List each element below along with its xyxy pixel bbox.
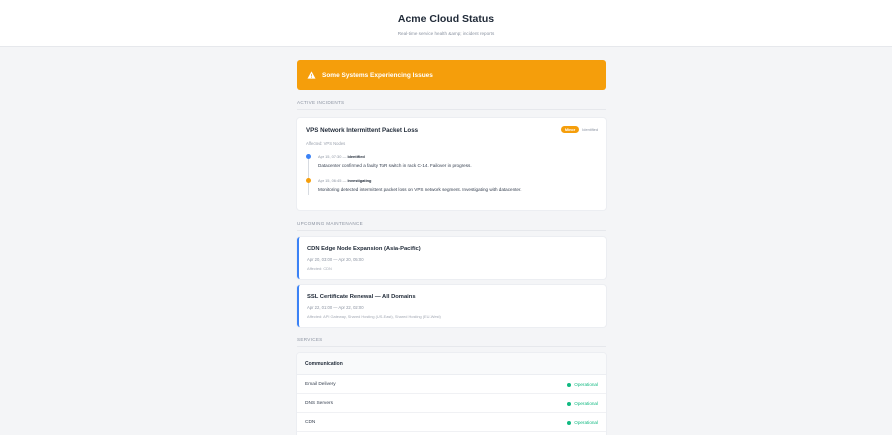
timeline-update-meta: Apr 15, 06:45 — Investigating bbox=[318, 178, 371, 183]
incident-timeline: Apr 15, 07:30 — Identified Datacenter co… bbox=[306, 153, 596, 199]
status-banner: Some Systems Experiencing Issues bbox=[297, 60, 606, 90]
service-group-header[interactable]: Communication bbox=[297, 353, 606, 375]
services-card: Communication Email Delivery Operational… bbox=[297, 353, 606, 435]
page-subtitle: Real-time service health &amp; incident … bbox=[397, 31, 495, 36]
service-status-text: Operational bbox=[574, 420, 598, 425]
service-status: Operational bbox=[567, 420, 598, 425]
maintenance-affected: Affected: API Gateway, Shared Hosting (U… bbox=[307, 314, 441, 319]
maintenance-card[interactable]: CDN Edge Node Expansion (Asia-Pacific) A… bbox=[297, 237, 606, 279]
timeline-dot bbox=[306, 178, 311, 183]
service-name: Email Delivery bbox=[305, 382, 336, 387]
incident-affected: Affected: VPS Nodes bbox=[306, 141, 346, 146]
incident-title: VPS Network Intermittent Packet Loss bbox=[306, 127, 419, 134]
service-status-text: Operational bbox=[574, 401, 598, 406]
service-row: CDN Operational bbox=[297, 413, 606, 432]
maintenance-card[interactable]: SSL Certificate Renewal — All Domains Ap… bbox=[297, 285, 606, 327]
timeline-dot bbox=[306, 154, 311, 159]
service-name: DNS Servers bbox=[305, 401, 333, 406]
page-header: Acme Cloud Status Real-time service heal… bbox=[0, 0, 892, 47]
timeline-update-state: Identified bbox=[347, 154, 365, 159]
timeline-line bbox=[308, 155, 309, 195]
maintenance-time: Apr 22, 01:00 — Apr 22, 02:00 bbox=[307, 305, 364, 310]
maintenance-affected: Affected: CDN bbox=[307, 266, 332, 271]
service-row: Email Delivery Operational bbox=[297, 375, 606, 394]
maintenance-title: CDN Edge Node Expansion (Asia-Pacific) bbox=[307, 246, 421, 252]
service-status-text: Operational bbox=[574, 382, 598, 387]
warning-icon bbox=[307, 71, 316, 79]
timeline-update-text: Monitoring detected intermittent packet … bbox=[318, 187, 522, 192]
status-dot-icon bbox=[567, 382, 572, 387]
incident-card[interactable]: VPS Network Intermittent Packet Loss Min… bbox=[297, 118, 606, 210]
timeline-update-text: Datacenter confirmed a faulty ToR switch… bbox=[318, 163, 472, 168]
timeline-update-time: Apr 15, 07:30 bbox=[318, 154, 342, 159]
status-dot-icon bbox=[567, 420, 572, 425]
service-status: Operational bbox=[567, 382, 598, 387]
service-name: CDN bbox=[305, 420, 316, 425]
service-row: DNS Servers Operational bbox=[297, 394, 606, 413]
section-label-services: SERVICES bbox=[297, 337, 606, 347]
timeline-update-time: Apr 15, 06:45 bbox=[318, 178, 342, 183]
timeline-update-meta: Apr 15, 07:30 — Identified bbox=[318, 154, 365, 159]
maintenance-title: SSL Certificate Renewal — All Domains bbox=[307, 294, 416, 300]
timeline-update-state: Investigating bbox=[347, 178, 372, 183]
incident-status-text: Identified bbox=[582, 127, 598, 132]
maintenance-time: Apr 20, 03:00 — Apr 20, 05:00 bbox=[307, 257, 364, 262]
service-status: Operational bbox=[567, 401, 598, 406]
severity-badge: Minor bbox=[560, 126, 580, 133]
status-dot-icon bbox=[567, 401, 572, 406]
incident-badges: Minor Identified bbox=[560, 126, 598, 133]
section-label-upcoming-maintenance: UPCOMING MAINTENANCE bbox=[297, 221, 606, 231]
page-title: Acme Cloud Status bbox=[397, 13, 495, 25]
status-banner-text: Some Systems Experiencing Issues bbox=[322, 71, 433, 79]
section-label-active-incidents: ACTIVE INCIDENTS bbox=[297, 100, 606, 110]
